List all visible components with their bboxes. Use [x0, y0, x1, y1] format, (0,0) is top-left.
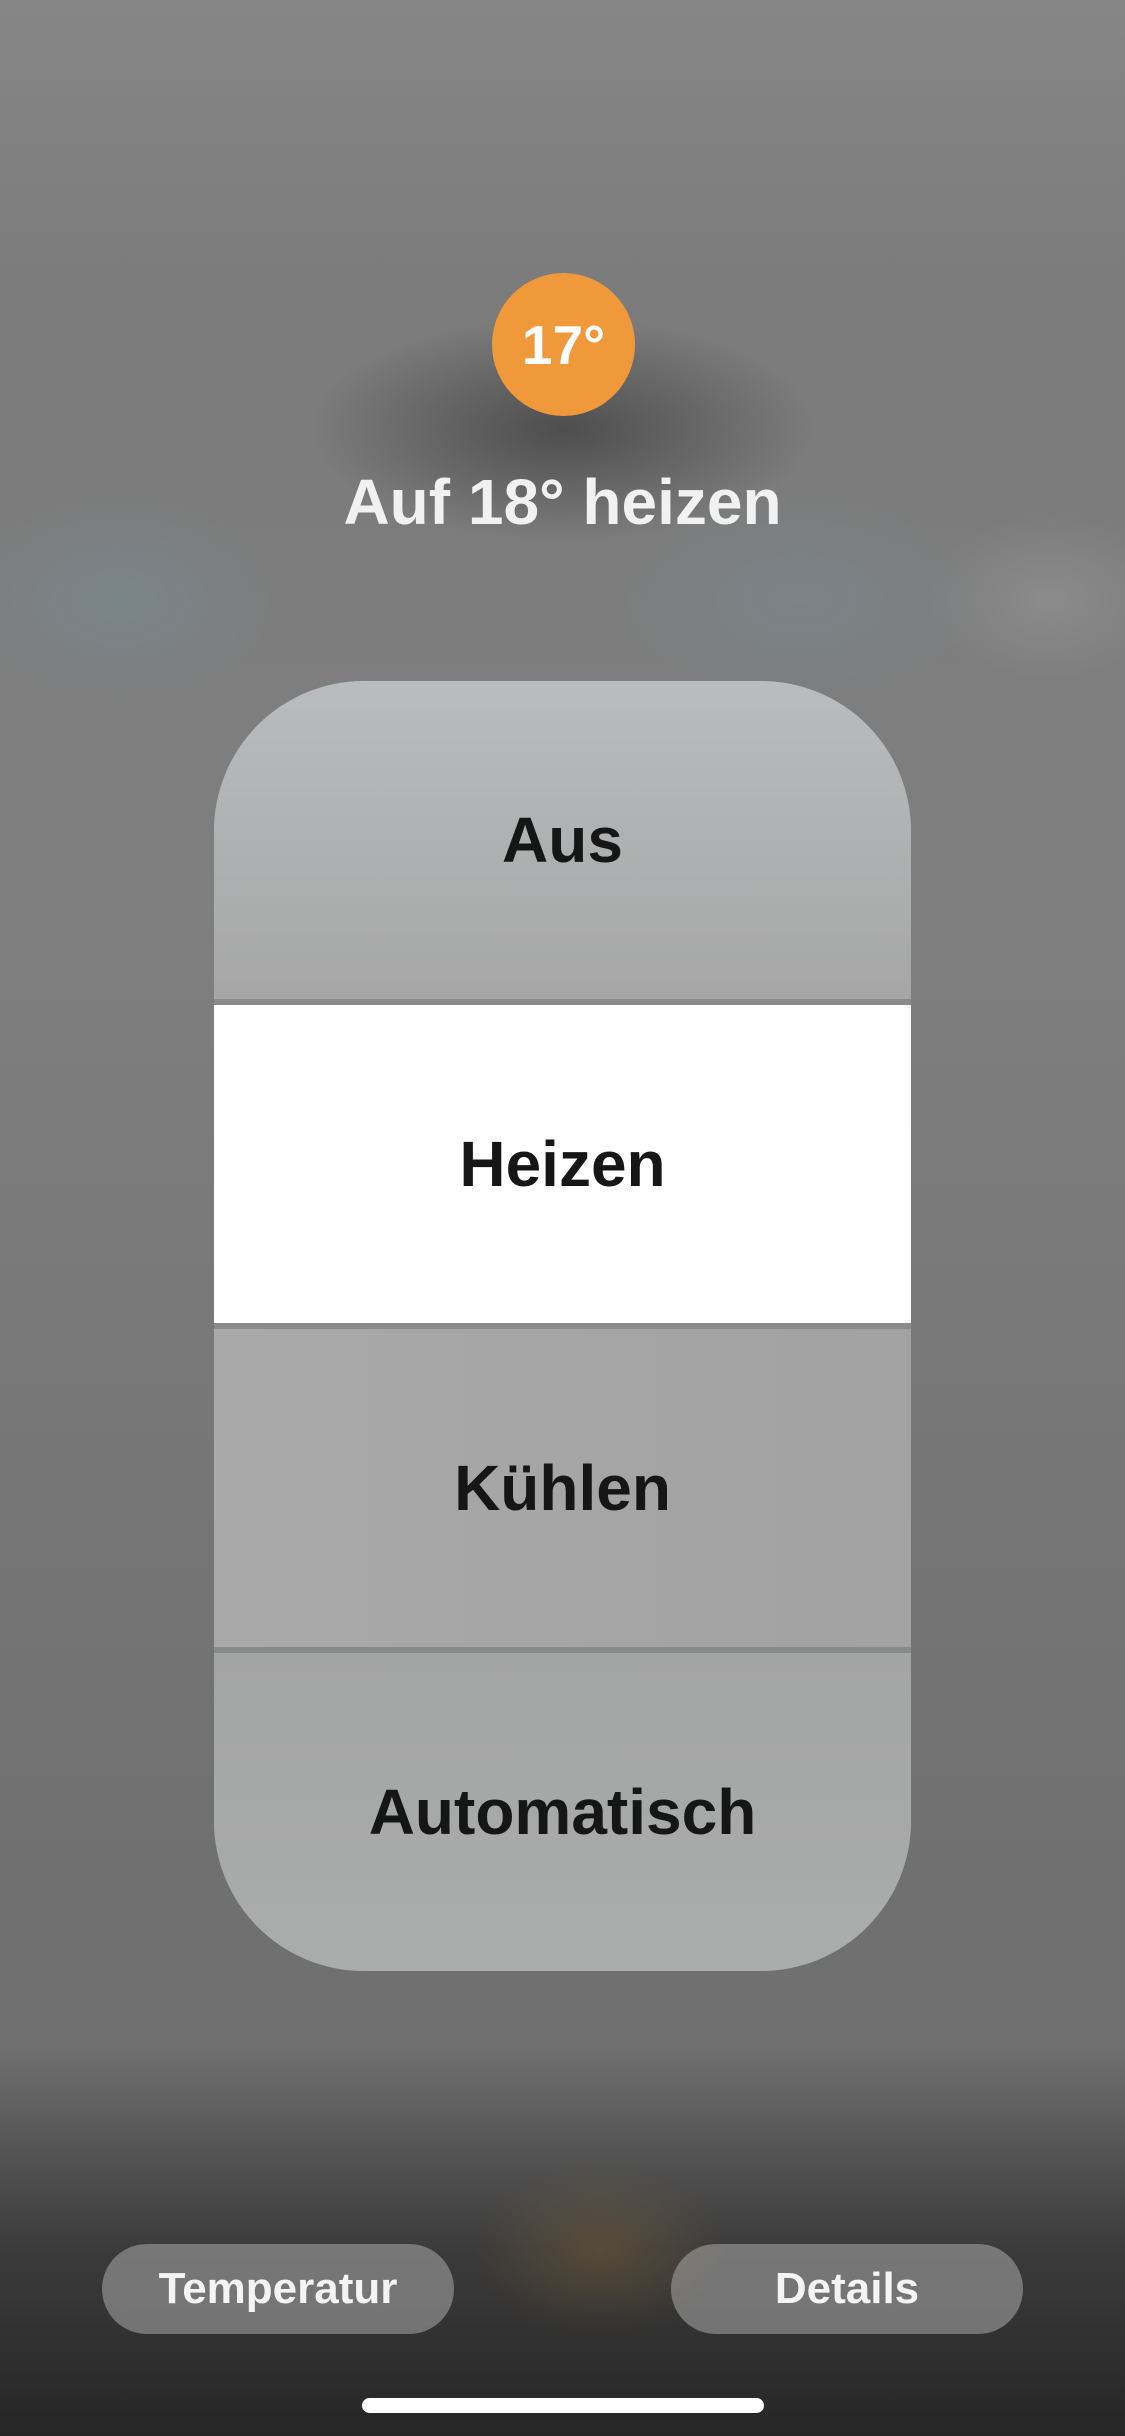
home-indicator[interactable] [362, 2398, 764, 2413]
mode-option-label: Aus [502, 804, 623, 876]
temperature-button-label: Temperatur [158, 2264, 398, 2313]
current-temperature-badge: 17° [492, 273, 635, 416]
mode-option-aus[interactable]: Aus [214, 681, 911, 999]
temperature-button[interactable]: Temperatur [102, 2244, 454, 2334]
details-button[interactable]: Details [671, 2244, 1023, 2334]
mode-option-label: Heizen [459, 1128, 666, 1200]
mode-option-label: Kühlen [454, 1452, 671, 1524]
mode-option-heizen[interactable]: Heizen [214, 1005, 911, 1323]
current-temperature-value: 17° [521, 313, 606, 376]
mode-option-label: Automatisch [368, 1776, 757, 1848]
mode-option-automatisch[interactable]: Automatisch [214, 1653, 911, 1971]
thermostat-status-text: Auf 18° heizen [343, 466, 782, 538]
mode-option-kuehlen[interactable]: Kühlen [214, 1329, 911, 1647]
details-button-label: Details [774, 2264, 920, 2313]
mode-picker: Aus Heizen Kühlen Automatisch [214, 681, 911, 1971]
